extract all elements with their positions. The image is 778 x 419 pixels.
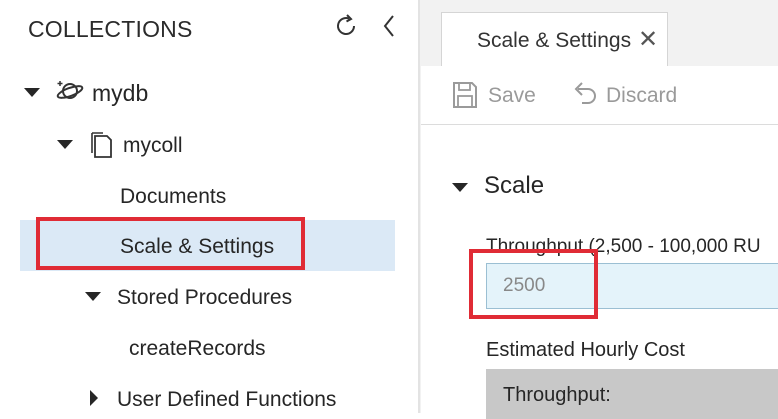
tab-label[interactable]: Scale & Settings (477, 29, 631, 53)
tree-item-documents[interactable]: Documents (120, 185, 226, 209)
discard-button[interactable]: Discard (606, 84, 677, 108)
expand-caret-icon[interactable] (24, 88, 40, 97)
tree-item-mydb[interactable]: mydb (92, 80, 148, 107)
expand-caret-icon[interactable] (85, 292, 101, 301)
tree-item-scale-settings[interactable]: Scale & Settings (120, 235, 274, 259)
scale-section-title[interactable]: Scale (484, 172, 544, 200)
save-icon[interactable] (452, 81, 478, 109)
tree-item-stored-procedures[interactable]: Stored Procedures (117, 286, 292, 310)
tab-close-icon[interactable]: ✕ (638, 28, 658, 52)
estimated-cost-label: Estimated Hourly Cost (486, 339, 685, 361)
tree-item-user-defined-functions[interactable]: User Defined Functions (117, 388, 336, 412)
collection-document-icon (89, 131, 113, 159)
toolbar-separator (421, 124, 778, 125)
tree-item-createrecords[interactable]: createRecords (129, 337, 266, 361)
collapsed-caret-icon[interactable] (90, 390, 98, 406)
expand-caret-icon[interactable] (57, 140, 73, 149)
collections-header: COLLECTIONS (28, 16, 193, 42)
scale-section-caret-icon[interactable] (452, 183, 468, 192)
database-planet-icon (55, 76, 85, 106)
estimated-cost-throughput-text: Throughput: (503, 384, 611, 406)
discard-undo-icon[interactable] (570, 80, 598, 110)
tree-item-mycoll[interactable]: mycoll (123, 134, 183, 158)
collapse-chevron-icon[interactable] (382, 13, 396, 39)
highlight-box-throughput (469, 249, 598, 319)
save-button[interactable]: Save (488, 84, 536, 108)
refresh-icon[interactable] (333, 13, 359, 39)
